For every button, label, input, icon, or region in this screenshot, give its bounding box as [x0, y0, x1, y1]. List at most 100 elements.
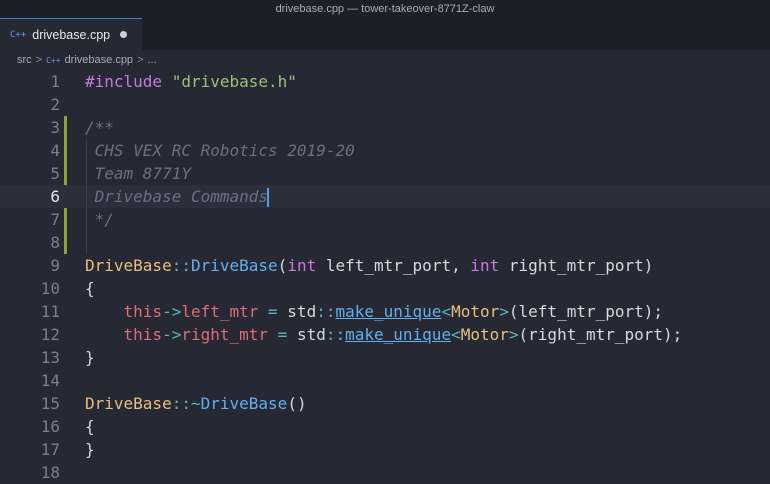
line-number: 2: [50, 95, 60, 114]
code-line[interactable]: 14: [0, 369, 770, 392]
code-token: std: [296, 325, 326, 344]
code-line[interactable]: 6 Drivebase Commands: [0, 185, 770, 208]
code-line[interactable]: 13}: [0, 346, 770, 369]
code-token: left_mtr_port,: [316, 256, 471, 275]
code-line[interactable]: 2: [0, 93, 770, 116]
line-number: 9: [50, 256, 60, 275]
code-token: {: [85, 279, 95, 298]
code-text: {: [85, 277, 95, 300]
code-token: right_mtr: [181, 325, 269, 344]
code-token: ::: [325, 325, 346, 344]
code-token: "drivebase.h": [171, 72, 297, 91]
line-number: 17: [40, 440, 60, 459]
code-token: Motor: [460, 325, 509, 344]
code-line[interactable]: 10 {: [0, 277, 770, 300]
line-number: 11: [40, 302, 60, 321]
code-token: =: [258, 302, 288, 321]
code-token: ::: [171, 256, 191, 275]
indent-guide: [86, 139, 87, 254]
code-line[interactable]: 8: [0, 231, 770, 254]
code-token: ::~: [171, 394, 201, 413]
code-token: Drivebase Commands: [85, 187, 269, 206]
code-token: make_unique: [345, 325, 452, 344]
code-token: this: [123, 325, 163, 344]
code-token: std: [287, 302, 317, 321]
chevron-right-icon: >: [137, 54, 144, 66]
code-line[interactable]: 16 {: [0, 415, 770, 438]
line-number: 1: [50, 72, 60, 91]
code-token: left_mtr: [181, 302, 259, 321]
code-text: DriveBase::~DriveBase(): [85, 392, 307, 415]
cpp-file-icon: C++: [10, 29, 27, 40]
code-line[interactable]: 11 this->left_mtr = std::make_unique<Mot…: [0, 300, 770, 323]
chevron-right-icon: >: [35, 54, 43, 66]
breadcrumb-folder[interactable]: src: [17, 54, 32, 66]
line-number: 6: [50, 187, 60, 206]
code-line[interactable]: 1 #include "drivebase.h": [0, 70, 770, 93]
code-token: Team 8771Y: [85, 164, 191, 183]
tab-bar: C++ drivebase.cpp: [0, 18, 770, 50]
code-line[interactable]: 7 */: [0, 208, 770, 231]
code-text: this->right_mtr = std::make_unique<Motor…: [85, 323, 683, 346]
text-cursor: [267, 188, 270, 207]
cpp-file-icon: C++: [46, 55, 61, 65]
code-token: */: [85, 210, 114, 229]
line-number: 10: [40, 279, 60, 298]
code-line[interactable]: 9 DriveBase::DriveBase(int left_mtr_port,…: [0, 254, 770, 277]
code-line[interactable]: 15 DriveBase::~DriveBase(): [0, 392, 770, 415]
line-number: 12: [40, 325, 60, 344]
line-number: 4: [50, 141, 60, 160]
code-line[interactable]: 12 this->right_mtr = std::make_unique<Mo…: [0, 323, 770, 346]
code-token: this: [123, 302, 163, 321]
line-number: 5: [50, 164, 60, 183]
code-token: {: [85, 417, 95, 436]
code-text: Drivebase Commands: [85, 185, 270, 208]
code-token: (: [277, 256, 288, 275]
code-token: <: [441, 302, 452, 321]
code-editor[interactable]: 1 #include "drivebase.h" 2 3 /** 4 CHS VEX RC…: [0, 70, 770, 482]
code-token: CHS VEX RC Robotics 2019-20: [85, 141, 355, 160]
breadcrumb-more[interactable]: ...: [148, 54, 157, 66]
breadcrumb: src > C++ drivebase.cpp > ...: [0, 50, 770, 70]
unsaved-dot-icon[interactable]: [120, 31, 128, 38]
code-token: DriveBase: [190, 256, 278, 275]
line-number: 7: [50, 210, 60, 229]
code-text: #include "drivebase.h": [85, 70, 297, 93]
code-token: (right_mtr_port);: [518, 325, 683, 344]
code-token: (): [287, 394, 307, 413]
code-text: /**: [85, 116, 114, 139]
code-line[interactable]: 17}: [0, 438, 770, 461]
code-token: >: [508, 325, 519, 344]
code-token: make_unique: [335, 302, 442, 321]
code-text: }: [85, 346, 95, 369]
code-token: <: [451, 325, 461, 344]
code-token: #include: [85, 72, 172, 91]
code-line[interactable]: 5 Team 8771Y: [0, 162, 770, 185]
tab-drivebase-cpp[interactable]: C++ drivebase.cpp: [0, 18, 142, 50]
line-number: 13: [40, 348, 60, 367]
breadcrumb-file[interactable]: drivebase.cpp: [65, 54, 134, 66]
code-text: Team 8771Y: [85, 162, 191, 185]
code-line[interactable]: 4 CHS VEX RC Robotics 2019-20: [0, 139, 770, 162]
code-token: (left_mtr_port);: [508, 302, 664, 321]
code-token: Motor: [451, 302, 500, 321]
code-line[interactable]: 18: [0, 461, 770, 484]
code-token: int: [287, 256, 317, 275]
code-text: {: [85, 415, 95, 438]
window-title: drivebase.cpp — tower-takeover-8771Z-cla…: [0, 0, 770, 18]
line-number: 3: [50, 118, 60, 137]
code-text: CHS VEX RC Robotics 2019-20: [85, 139, 355, 162]
code-token: }: [85, 440, 95, 459]
code-line[interactable]: 3 /**: [0, 116, 770, 139]
line-number: 16: [40, 417, 60, 436]
code-token: ::: [316, 302, 336, 321]
code-token: >: [499, 302, 509, 321]
code-token: int: [470, 256, 500, 275]
line-number: 18: [40, 463, 60, 482]
code-token: ->: [162, 302, 182, 321]
code-token: DriveBase: [85, 394, 172, 413]
code-token: /**: [85, 118, 114, 137]
code-token: }: [85, 348, 95, 367]
